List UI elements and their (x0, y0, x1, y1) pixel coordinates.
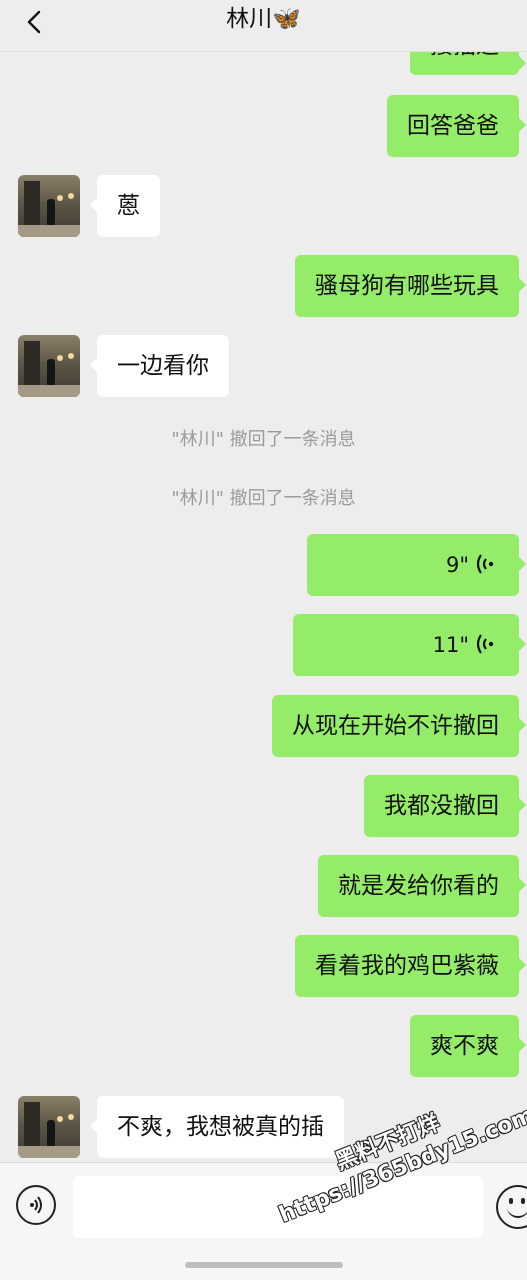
recall-notice: "林川" 撤回了一条消息 (171, 488, 356, 509)
outgoing-message[interactable]: 爽不爽 (410, 1015, 526, 1077)
emoji-icon[interactable] (496, 1185, 527, 1229)
voice-duration: 11" (432, 633, 469, 657)
home-indicator (185, 1262, 343, 1268)
chat-title: 林川🦋 (0, 4, 527, 34)
contact-avatar[interactable] (18, 1096, 80, 1158)
voice-message[interactable]: 9" (307, 534, 526, 596)
voice-duration: 9" (445, 553, 469, 577)
chat-header-cover: 林川🦋 (0, 0, 527, 52)
contact-avatar[interactable] (18, 175, 80, 237)
outgoing-message[interactable]: 骚母狗有哪些玩具 (295, 255, 526, 317)
voice-wave-icon (477, 633, 494, 654)
outgoing-message[interactable]: 就是发给你看的 (318, 855, 526, 917)
outgoing-message[interactable]: 回答爸爸 (387, 95, 526, 157)
outgoing-message[interactable]: 我都没撤回 (364, 775, 526, 837)
outgoing-message[interactable]: 从现在开始不许撤回 (272, 695, 526, 757)
incoming-message[interactable]: 蒽 (90, 175, 160, 237)
voice-message[interactable]: 11" (293, 614, 526, 676)
recall-notice: "林川" 撤回了一条消息 (171, 429, 356, 450)
voice-wave-icon (477, 553, 494, 574)
contact-avatar[interactable] (18, 335, 80, 397)
incoming-message[interactable]: 一边看你 (90, 335, 229, 397)
butterfly-icon: 🦋 (272, 6, 301, 32)
outgoing-message[interactable]: 看着我的鸡巴紫薇 (295, 935, 526, 997)
voice-input-icon[interactable] (16, 1185, 56, 1225)
incoming-message[interactable]: 不爽，我想被真的插 (90, 1096, 344, 1158)
contact-name: 林川 (226, 6, 273, 32)
